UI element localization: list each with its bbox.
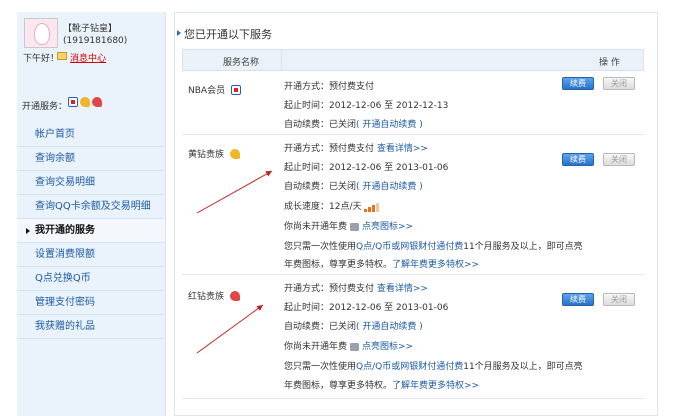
pay-method-text: 开通方式：预付费支付 bbox=[284, 284, 375, 294]
payment-methods-link[interactable]: Q点/Q币或网银财付通付费 bbox=[356, 242, 463, 252]
user-qq-number: (1919181680) bbox=[63, 36, 128, 46]
renew-button[interactable]: 续费 bbox=[562, 293, 594, 306]
column-header-service: 服务名称 bbox=[223, 58, 260, 68]
column-divider bbox=[281, 50, 282, 70]
close-button[interactable]: 关闭 bbox=[603, 153, 635, 166]
sidebar-item-q-exchange[interactable]: Q点兑换Q币 bbox=[17, 267, 165, 291]
service-name-cell: NBA会员 bbox=[188, 83, 242, 96]
opened-services-label: 开通服务： bbox=[22, 102, 68, 112]
enable-auto-renew-link[interactable]: ( 开通自动续费 ) bbox=[356, 322, 423, 332]
service-period: 起止时间：2012-12-06 至 2013-01-06 bbox=[284, 303, 449, 313]
red-diamond-icon[interactable] bbox=[92, 97, 102, 107]
view-details-link[interactable]: 查看详情>> bbox=[377, 144, 428, 154]
avatar[interactable] bbox=[24, 18, 58, 48]
sidebar-menu: 帐户首页 查询余额 查询交易明细 查询QQ卡余额及交易明细 我开通的服务 设置消… bbox=[17, 123, 165, 339]
service-row-nba: NBA会员 开通方式：预付费支付 起止时间：2012-12-06 至 2012-… bbox=[182, 71, 644, 135]
annual-fee-text: 你尚未开通年费 bbox=[284, 342, 348, 352]
service-row-yellow-diamond: 黄钻贵族 开通方式：预付费支付 查看详情>> 起止时间：2012-12-06 至… bbox=[182, 135, 644, 275]
service-row-red-diamond: 红钻贵族 开通方式：预付费支付 查看详情>> 起止时间：2012-12-06 至… bbox=[182, 275, 644, 399]
view-details-link[interactable]: 查看详情>> bbox=[377, 284, 428, 294]
pay-method: 开通方式：预付费支付 查看详情>> bbox=[284, 141, 428, 154]
service-name: NBA会员 bbox=[188, 86, 226, 96]
light-icon-link[interactable]: 点亮图标>> bbox=[362, 222, 413, 232]
main-panel: 您已开通以下服务 服务名称 操 作 NBA会员 开通方式：预付费支付 起止时间：… bbox=[174, 12, 658, 416]
annual-fee-icon bbox=[350, 342, 360, 351]
promo-text: 年费图标，尊享更多特权。 bbox=[284, 260, 393, 270]
auto-renew-status: 自动续费：已关闭( 开通自动续费 ) bbox=[284, 179, 423, 192]
payment-methods-link[interactable]: Q点/Q币或网银财付通付费 bbox=[356, 362, 463, 372]
pay-method: 开通方式：预付费支付 查看详情>> bbox=[284, 281, 428, 294]
annual-fee-icon bbox=[350, 222, 360, 231]
annual-privileges-link[interactable]: 了解年费更多特权>> bbox=[392, 260, 479, 270]
promo-text: 11个月服务及以上，即可点亮 bbox=[463, 362, 583, 372]
service-period: 起止时间：2012-12-06 至 2013-01-06 bbox=[284, 163, 449, 173]
sidebar-item-my-services[interactable]: 我开通的服务 bbox=[17, 219, 165, 243]
annual-fee-status: 你尚未开通年费 点亮图标>> bbox=[284, 339, 413, 352]
promo-text: 年费图标，尊享更多特权。 bbox=[284, 381, 393, 391]
pay-method-text: 开通方式：预付费支付 bbox=[284, 144, 375, 154]
greeting: 下午好！ bbox=[23, 54, 60, 64]
enable-auto-renew-link[interactable]: ( 开通自动续费 ) bbox=[356, 182, 423, 192]
renew-button[interactable]: 续费 bbox=[562, 77, 594, 90]
sidebar-item-gifts[interactable]: 我获赠的礼品 bbox=[17, 315, 165, 339]
sidebar-item-transactions[interactable]: 查询交易明细 bbox=[17, 171, 165, 195]
sidebar-item-payment-password[interactable]: 管理支付密码 bbox=[17, 291, 165, 315]
annual-privileges-link[interactable]: 了解年费更多特权>> bbox=[392, 381, 479, 391]
sidebar-item-spending-limit[interactable]: 设置消费限额 bbox=[17, 243, 165, 267]
nba-icon[interactable] bbox=[68, 97, 78, 107]
close-button[interactable]: 关闭 bbox=[603, 77, 635, 90]
auto-renew-status: 自动续费：已关闭( 开通自动续费 ) bbox=[284, 117, 423, 130]
promo-text: 您只需一次性使用 bbox=[284, 362, 357, 372]
light-icon-link[interactable]: 点亮图标>> bbox=[362, 342, 413, 352]
envelope-icon[interactable] bbox=[57, 52, 67, 60]
growth-speed: 成长速度：12点/天 bbox=[284, 199, 380, 212]
column-header-operation: 操 作 bbox=[599, 58, 620, 68]
annual-fee-status: 你尚未开通年费 点亮图标>> bbox=[284, 219, 413, 232]
sidebar-item-balance[interactable]: 查询余额 bbox=[17, 147, 165, 171]
table-header: 服务名称 操 作 bbox=[182, 49, 644, 71]
promo-line-2: 年费图标，尊享更多特权。了解年费更多特权>> bbox=[284, 378, 479, 391]
promo-text: 11个月服务及以上，即可点亮 bbox=[463, 242, 583, 252]
service-period: 起止时间：2012-12-06 至 2012-12-13 bbox=[284, 101, 449, 111]
pay-method: 开通方式：预付费支付 bbox=[284, 82, 375, 92]
service-name: 红钻贵族 bbox=[188, 292, 225, 302]
sidebar: 【靴子钻皇】 (1919181680) 下午好！ 消息中心 开通服务： 帐户首页… bbox=[17, 12, 166, 416]
sidebar-item-qq-card[interactable]: 查询QQ卡余额及交易明细 bbox=[17, 195, 165, 219]
opened-service-icons bbox=[68, 97, 102, 107]
growth-speed-text: 成长速度：12点/天 bbox=[284, 202, 362, 212]
user-name: 【靴子钻皇】 bbox=[63, 24, 118, 34]
message-center-link[interactable]: 消息中心 bbox=[70, 51, 106, 64]
red-diamond-icon bbox=[230, 290, 241, 301]
auto-renew-text: 自动续费：已关闭 bbox=[284, 322, 357, 332]
service-name-cell: 黄钻贵族 bbox=[188, 147, 241, 160]
promo-text: 您只需一次性使用 bbox=[284, 242, 357, 252]
promo-line-2: 年费图标，尊享更多特权。了解年费更多特权>> bbox=[284, 257, 479, 270]
annual-fee-text: 你尚未开通年费 bbox=[284, 222, 348, 232]
auto-renew-text: 自动续费：已关闭 bbox=[284, 120, 357, 130]
enable-auto-renew-link[interactable]: ( 开通自动续费 ) bbox=[356, 120, 423, 130]
auto-renew-text: 自动续费：已关闭 bbox=[284, 182, 357, 192]
growth-level-icon bbox=[363, 202, 380, 212]
renew-button[interactable]: 续费 bbox=[562, 153, 594, 166]
close-button[interactable]: 关闭 bbox=[603, 293, 635, 306]
sidebar-item-account-home[interactable]: 帐户首页 bbox=[17, 123, 165, 147]
section-title: 您已开通以下服务 bbox=[177, 28, 272, 41]
promo-line-1: 您只需一次性使用Q点/Q币或网银财付通付费11个月服务及以上，即可点亮 bbox=[284, 239, 583, 252]
service-name: 黄钻贵族 bbox=[188, 150, 225, 160]
auto-renew-status: 自动续费：已关闭( 开通自动续费 ) bbox=[284, 319, 423, 332]
yellow-diamond-icon[interactable] bbox=[80, 97, 90, 107]
service-name-cell: 红钻贵族 bbox=[188, 289, 241, 302]
nba-icon bbox=[231, 84, 242, 95]
avatar-face-icon bbox=[34, 23, 50, 45]
yellow-diamond-icon bbox=[230, 148, 241, 159]
promo-line-1: 您只需一次性使用Q点/Q币或网银财付通付费11个月服务及以上，即可点亮 bbox=[284, 359, 583, 372]
